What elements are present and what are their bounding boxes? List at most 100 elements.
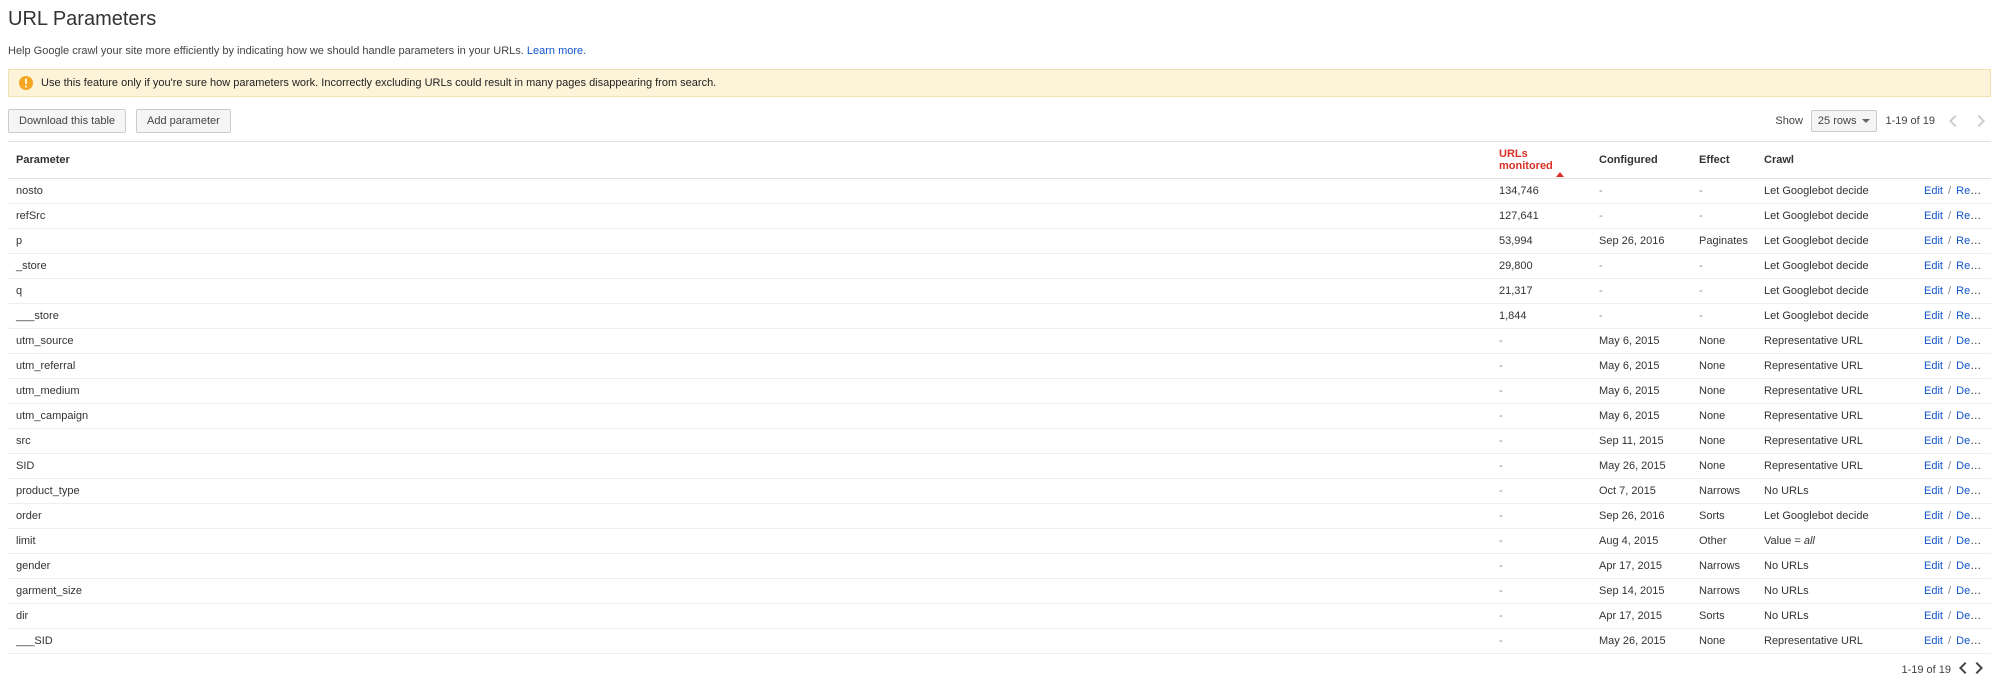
- warning-icon: [19, 76, 33, 90]
- edit-link[interactable]: Edit: [1924, 635, 1943, 647]
- reset-link[interactable]: Reset: [1956, 310, 1985, 322]
- delete-link[interactable]: Delete: [1956, 635, 1988, 647]
- toolbar: Download this table Add parameter Show 2…: [8, 109, 1991, 133]
- edit-link[interactable]: Edit: [1924, 410, 1943, 422]
- cell-parameter: utm_medium: [8, 379, 1491, 404]
- cell-effect: None: [1691, 454, 1756, 479]
- edit-link[interactable]: Edit: [1924, 535, 1943, 547]
- pager-prev-bottom[interactable]: [1959, 662, 1967, 677]
- cell-urls: -: [1491, 429, 1591, 454]
- table-row: q21,317--Let Googlebot decideEdit / Rese…: [8, 279, 1991, 304]
- edit-link[interactable]: Edit: [1924, 235, 1943, 247]
- cell-actions: Edit / Delete: [1916, 429, 1991, 454]
- edit-link[interactable]: Edit: [1924, 510, 1943, 522]
- cell-parameter: utm_referral: [8, 354, 1491, 379]
- edit-link[interactable]: Edit: [1924, 210, 1943, 222]
- action-sep: /: [1943, 235, 1956, 247]
- col-parameter[interactable]: Parameter: [8, 142, 1491, 179]
- cell-crawl: No URLs: [1756, 554, 1916, 579]
- delete-link[interactable]: Delete: [1956, 610, 1988, 622]
- show-label: Show: [1775, 115, 1803, 127]
- col-urls-monitored[interactable]: URLs monitored: [1491, 142, 1591, 179]
- edit-link[interactable]: Edit: [1924, 360, 1943, 372]
- action-sep: /: [1943, 435, 1956, 447]
- cell-urls: -: [1491, 379, 1591, 404]
- delete-link[interactable]: Delete: [1956, 385, 1988, 397]
- edit-link[interactable]: Edit: [1924, 385, 1943, 397]
- learn-more-link[interactable]: Learn more.: [527, 45, 586, 57]
- reset-link[interactable]: Reset: [1956, 185, 1985, 197]
- reset-link[interactable]: Reset: [1956, 260, 1985, 272]
- edit-link[interactable]: Edit: [1924, 560, 1943, 572]
- sort-asc-icon: [1556, 160, 1564, 177]
- edit-link[interactable]: Edit: [1924, 285, 1943, 297]
- delete-link[interactable]: Delete: [1956, 585, 1988, 597]
- col-configured[interactable]: Configured: [1591, 142, 1691, 179]
- cell-effect: Paginates: [1691, 229, 1756, 254]
- table-row: refSrc127,641--Let Googlebot decideEdit …: [8, 204, 1991, 229]
- table-row: dir-Apr 17, 2015SortsNo URLsEdit / Delet…: [8, 604, 1991, 629]
- edit-link[interactable]: Edit: [1924, 310, 1943, 322]
- delete-link[interactable]: Delete: [1956, 460, 1988, 472]
- cell-parameter: src: [8, 429, 1491, 454]
- col-crawl[interactable]: Crawl: [1756, 142, 1916, 179]
- action-sep: /: [1943, 485, 1956, 497]
- edit-link[interactable]: Edit: [1924, 335, 1943, 347]
- cell-actions: Edit / Reset: [1916, 204, 1991, 229]
- cell-urls: -: [1491, 454, 1591, 479]
- cell-effect: None: [1691, 379, 1756, 404]
- cell-actions: Edit / Delete: [1916, 479, 1991, 504]
- cell-effect: -: [1691, 279, 1756, 304]
- cell-effect: None: [1691, 629, 1756, 654]
- cell-effect: -: [1691, 179, 1756, 204]
- edit-link[interactable]: Edit: [1924, 585, 1943, 597]
- action-sep: /: [1943, 360, 1956, 372]
- intro-text: Help Google crawl your site more efficie…: [8, 45, 1991, 57]
- delete-link[interactable]: Delete: [1956, 360, 1988, 372]
- pager-prev[interactable]: [1943, 111, 1963, 131]
- reset-link[interactable]: Reset: [1956, 210, 1985, 222]
- cell-parameter: product_type: [8, 479, 1491, 504]
- rows-select[interactable]: 25 rows: [1811, 110, 1878, 132]
- action-sep: /: [1943, 260, 1956, 272]
- cell-crawl: No URLs: [1756, 604, 1916, 629]
- delete-link[interactable]: Delete: [1956, 535, 1988, 547]
- table-row: limit-Aug 4, 2015OtherValue = allEdit / …: [8, 529, 1991, 554]
- pager-next[interactable]: [1971, 111, 1991, 131]
- cell-urls: -: [1491, 354, 1591, 379]
- edit-link[interactable]: Edit: [1924, 460, 1943, 472]
- delete-link[interactable]: Delete: [1956, 510, 1988, 522]
- edit-link[interactable]: Edit: [1924, 435, 1943, 447]
- cell-crawl: Let Googlebot decide: [1756, 254, 1916, 279]
- edit-link[interactable]: Edit: [1924, 260, 1943, 272]
- cell-parameter: dir: [8, 604, 1491, 629]
- delete-link[interactable]: Delete: [1956, 435, 1988, 447]
- edit-link[interactable]: Edit: [1924, 485, 1943, 497]
- cell-urls: 53,994: [1491, 229, 1591, 254]
- cell-urls: -: [1491, 329, 1591, 354]
- cell-configured: May 6, 2015: [1591, 329, 1691, 354]
- cell-actions: Edit / Delete: [1916, 604, 1991, 629]
- cell-urls: 1,844: [1491, 304, 1591, 329]
- cell-effect: -: [1691, 304, 1756, 329]
- delete-link[interactable]: Delete: [1956, 485, 1988, 497]
- col-effect[interactable]: Effect: [1691, 142, 1756, 179]
- action-sep: /: [1943, 185, 1956, 197]
- edit-link[interactable]: Edit: [1924, 185, 1943, 197]
- edit-link[interactable]: Edit: [1924, 610, 1943, 622]
- reset-link[interactable]: Reset: [1956, 285, 1985, 297]
- pager-next-bottom[interactable]: [1975, 662, 1983, 677]
- cell-parameter: SID: [8, 454, 1491, 479]
- cell-crawl: Representative URL: [1756, 329, 1916, 354]
- delete-link[interactable]: Delete: [1956, 410, 1988, 422]
- action-sep: /: [1943, 535, 1956, 547]
- cell-effect: Narrows: [1691, 554, 1756, 579]
- download-button[interactable]: Download this table: [8, 109, 126, 133]
- delete-link[interactable]: Delete: [1956, 560, 1988, 572]
- reset-link[interactable]: Reset: [1956, 235, 1985, 247]
- delete-link[interactable]: Delete: [1956, 335, 1988, 347]
- cell-effect: -: [1691, 204, 1756, 229]
- add-parameter-button[interactable]: Add parameter: [136, 109, 231, 133]
- cell-effect: Sorts: [1691, 604, 1756, 629]
- cell-configured: -: [1591, 204, 1691, 229]
